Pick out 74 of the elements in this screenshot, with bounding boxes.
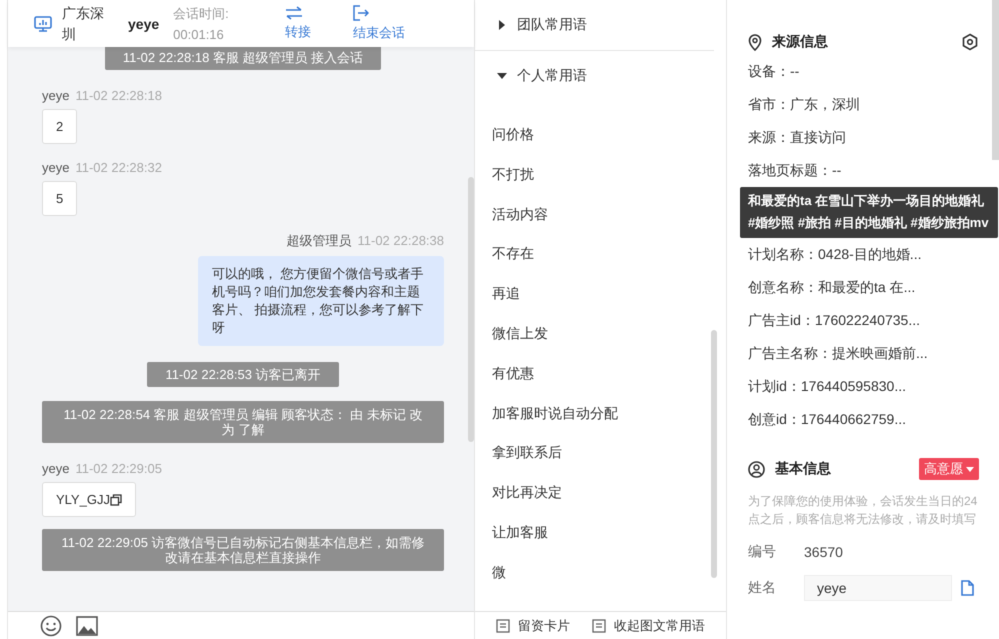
source-field: 落地页标题：-- bbox=[748, 154, 979, 187]
phrase-item[interactable]: 让加客服 bbox=[475, 512, 726, 553]
caret-down-icon bbox=[497, 71, 507, 81]
sender-name: yeye bbox=[42, 461, 70, 476]
sender-name: 超级管理员 bbox=[286, 233, 352, 248]
message-time: 11-02 22:28:32 bbox=[75, 160, 162, 175]
footer-link[interactable]: 留资卡片 bbox=[496, 616, 570, 634]
caret-right-icon bbox=[497, 20, 507, 30]
scrollbar[interactable] bbox=[711, 330, 717, 578]
phrase-item[interactable]: 微 bbox=[475, 552, 726, 593]
section-title: 来源信息 bbox=[772, 33, 829, 51]
phrase-item[interactable]: 对比再决定 bbox=[475, 473, 726, 513]
end-session-button[interactable]: 结束会话 bbox=[353, 5, 406, 42]
phrase-item[interactable]: 不存在 bbox=[475, 234, 726, 274]
scrollbar[interactable] bbox=[468, 177, 474, 442]
name-input[interactable]: yeye bbox=[804, 575, 952, 601]
section-title: 基本信息 bbox=[775, 460, 832, 478]
system-notice: 11-02 22:28:54 客服 超级管理员 编辑 顾客状态： 由 未标记 改为 了解 bbox=[42, 401, 444, 443]
map-pin-icon bbox=[748, 34, 762, 50]
phrase-group-toggle[interactable]: 个人常用语 bbox=[475, 51, 593, 101]
intent-dropdown[interactable]: 高意愿 bbox=[919, 458, 979, 480]
message-bubble: YLY_GJJ bbox=[42, 482, 136, 517]
phrase-item[interactable]: 拿到联系后 bbox=[475, 433, 726, 474]
message-time: 11-02 22:28:18 bbox=[75, 88, 162, 103]
document-icon bbox=[592, 618, 606, 632]
message-bubble: 可以的哦， 您方便留个微信号或者手机号吗？咱们加您发套餐内容和主题客片、 拍摄流程，您可以参考了解下呀 bbox=[198, 256, 444, 346]
image-icon[interactable] bbox=[76, 616, 98, 636]
monitor-icon bbox=[34, 16, 52, 32]
phrase-item[interactable]: 有优惠 bbox=[475, 354, 726, 394]
scrollbar[interactable] bbox=[992, 0, 999, 160]
session-duration: 会话时间: 00:01:16 bbox=[173, 4, 230, 44]
source-field: 省市：广东，深圳 bbox=[748, 88, 979, 121]
source-field: 来源：直接访问 bbox=[748, 121, 979, 154]
phrase-item[interactable]: 微信上发 bbox=[475, 314, 726, 354]
phrase-item[interactable]: 不打扰 bbox=[475, 154, 726, 195]
source-field: 广告主id：176022240735... bbox=[748, 304, 979, 337]
phrase-item[interactable]: 活动内容 bbox=[475, 194, 726, 234]
smiley-icon[interactable] bbox=[40, 614, 62, 636]
field-value: 36570 bbox=[804, 544, 843, 560]
phrase-item[interactable]: 加客服时说自动分配 bbox=[475, 394, 726, 434]
swap-arrows-icon bbox=[285, 6, 304, 20]
copy-icon bbox=[110, 494, 122, 506]
tooltip: 和最爱的ta 在雪山下举办一场目的地婚礼#婚纱照 #旅拍 #目的地婚礼 #婚纱旅拍mv bbox=[740, 187, 998, 238]
system-notice: 11-02 22:28:18 客服 超级管理员 接入会话 bbox=[104, 47, 382, 70]
source-field: 广告主名称：提米映画婚前... bbox=[748, 337, 979, 370]
person-circle-icon bbox=[748, 460, 765, 478]
sender-name: yeye bbox=[42, 88, 70, 103]
field-label: 编号 bbox=[748, 543, 777, 561]
source-field: 创意名称：和最爱的ta 在... bbox=[748, 271, 979, 304]
visitor-name: yeye bbox=[128, 16, 160, 32]
exit-icon bbox=[353, 5, 370, 21]
copy-icon bbox=[960, 580, 974, 596]
sender-name: yeye bbox=[42, 160, 70, 175]
source-field: 计划名称：0428-目的地婚... bbox=[748, 238, 979, 271]
visitor-location: 广东深圳 bbox=[62, 4, 105, 44]
system-notice: 11-02 22:28:53 访客已离开 bbox=[147, 362, 339, 387]
source-field: 计划id：176440595830... bbox=[748, 370, 979, 403]
field-label: 姓名 bbox=[748, 579, 777, 597]
source-field: 设备：-- bbox=[748, 55, 979, 88]
document-icon bbox=[496, 618, 510, 632]
message-time: 11-02 22:28:38 bbox=[358, 233, 444, 248]
settings-icon[interactable] bbox=[961, 33, 979, 51]
phrase-item[interactable]: 再追 bbox=[475, 274, 726, 314]
caret-down-icon bbox=[966, 466, 974, 472]
message-time: 11-02 22:29:05 bbox=[75, 461, 162, 476]
message-bubble: 5 bbox=[42, 181, 78, 216]
source-field: 创意id：176440662759... bbox=[748, 403, 979, 436]
system-notice: 11-02 22:29:05 访客微信号已自动标记右侧基本信息栏，如需修改请在基本信息栏直接操作 bbox=[42, 529, 444, 571]
transfer-button[interactable]: 转接 bbox=[285, 6, 312, 41]
phrase-group-toggle[interactable]: 团队常用语 bbox=[475, 0, 593, 50]
phrase-item[interactable]: 问价格 bbox=[475, 115, 726, 155]
footer-link[interactable]: 收起图文常用语 bbox=[592, 616, 705, 634]
notice-text: 为了保障您的使用体验，会话发生当日的24点之后，顾客信息将无法修改，请及时填写 bbox=[748, 493, 978, 528]
message-bubble: 2 bbox=[42, 109, 78, 144]
